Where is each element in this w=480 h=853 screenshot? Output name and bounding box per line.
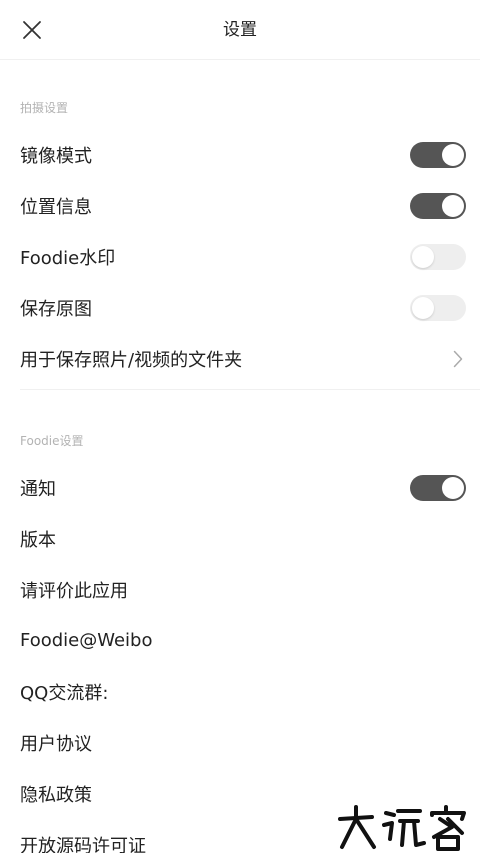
- row-label: QQ交流群:: [20, 682, 109, 704]
- row-qq-group[interactable]: QQ交流群:: [0, 666, 480, 717]
- row-version[interactable]: 版本: [0, 513, 480, 564]
- toggle-knob: [442, 476, 464, 499]
- row-foodie-weibo[interactable]: Foodie@Weibo: [0, 615, 480, 666]
- page-title: 设置: [223, 20, 257, 40]
- row-label: Foodie@Weibo: [20, 630, 153, 651]
- row-label: Foodie水印: [20, 247, 116, 269]
- chevron-right-icon: [450, 348, 466, 370]
- row-label: 请评价此应用: [20, 580, 128, 602]
- row-save-folder[interactable]: 用于保存照片/视频的文件夹: [0, 333, 480, 384]
- settings-screen: 设置 拍摄设置 镜像模式 位置信息 Foodie水印 保存原图 用于保存照片/视…: [0, 0, 480, 853]
- close-button[interactable]: [16, 14, 48, 46]
- row-label: 版本: [20, 529, 56, 551]
- toggle-knob: [412, 245, 434, 268]
- toggle-knob: [412, 296, 434, 319]
- row-label: 通知: [20, 478, 56, 500]
- mirror-mode-toggle[interactable]: [410, 141, 466, 168]
- row-label: 用于保存照片/视频的文件夹: [20, 349, 243, 371]
- row-foodie-watermark[interactable]: Foodie水印: [0, 231, 480, 282]
- row-label: 用户协议: [20, 733, 92, 755]
- location-info-toggle[interactable]: [410, 192, 466, 219]
- row-label: 镜像模式: [20, 145, 92, 167]
- foodie-watermark-toggle[interactable]: [410, 243, 466, 270]
- row-user-agreement[interactable]: 用户协议: [0, 717, 480, 768]
- toggle-knob: [442, 143, 464, 166]
- close-icon: [23, 21, 41, 39]
- save-original-toggle[interactable]: [410, 294, 466, 321]
- logo-watermark-icon: [338, 805, 466, 851]
- section-header-shooting: 拍摄设置: [20, 101, 69, 115]
- toggle-knob: [442, 194, 464, 217]
- row-save-original[interactable]: 保存原图: [0, 282, 480, 333]
- notification-toggle[interactable]: [410, 474, 466, 501]
- row-location-info[interactable]: 位置信息: [0, 180, 480, 231]
- row-notification[interactable]: 通知: [0, 462, 480, 513]
- row-rate-app[interactable]: 请评价此应用: [0, 564, 480, 615]
- section-divider: [20, 389, 480, 390]
- row-label: 保存原图: [20, 298, 92, 320]
- top-bar: 设置: [0, 0, 480, 60]
- row-label: 位置信息: [20, 196, 92, 218]
- section-header-foodie: Foodie设置: [20, 434, 84, 448]
- row-mirror-mode[interactable]: 镜像模式: [0, 129, 480, 180]
